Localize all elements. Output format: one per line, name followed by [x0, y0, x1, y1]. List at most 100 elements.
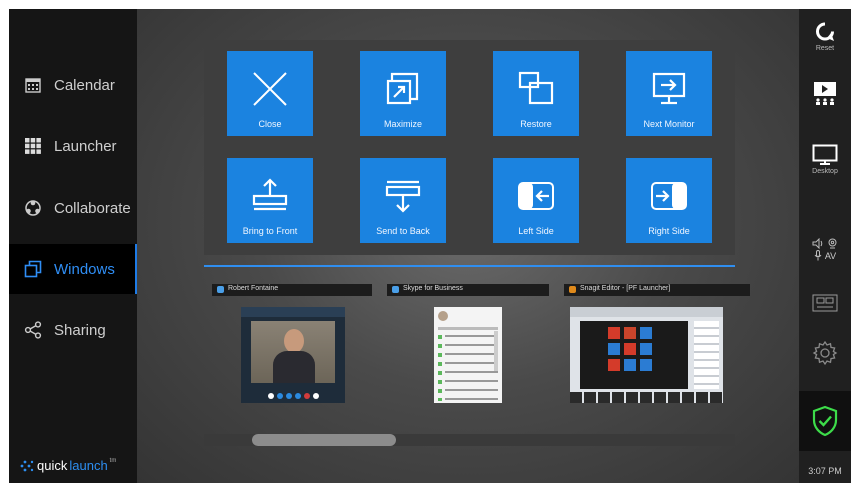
presentation-button[interactable] [799, 81, 851, 107]
window-titlebar-robert-fontaine[interactable]: Robert Fontaine [212, 284, 372, 296]
brand-text-quick: quick [37, 458, 68, 473]
filmstrip [570, 392, 723, 403]
section-divider [204, 265, 735, 267]
sidebar-item-sharing[interactable]: Sharing [9, 305, 137, 355]
next-monitor-icon [652, 72, 686, 105]
app-tile [640, 359, 652, 371]
app-tile [608, 343, 620, 355]
properties-panel [694, 321, 719, 389]
maximize-icon [386, 72, 419, 105]
windows-icon [23, 259, 43, 279]
app-frame: Calendar Launcher Collaborate Windows Sh… [9, 9, 851, 483]
right-side-icon [651, 182, 687, 210]
sidebar-item-collaborate[interactable]: Collaborate [9, 183, 137, 233]
close-button[interactable]: Close [227, 51, 313, 136]
window-thumbnail-skype-for-business[interactable] [434, 307, 502, 403]
call-control-dot [294, 393, 301, 399]
reset-button[interactable]: Reset [799, 21, 851, 52]
window-thumbnail-robert-fontaine[interactable] [241, 307, 345, 403]
right-side-button[interactable]: Right Side [626, 158, 712, 243]
sidebar-item-label: Windows [54, 260, 115, 278]
tile-label: Next Monitor [643, 119, 695, 129]
sidebar: Calendar Launcher Collaborate Windows Sh… [9, 9, 137, 483]
brand-tm: tm [109, 457, 117, 464]
skype-icon [217, 286, 224, 293]
brand-text-launch: launch [69, 458, 108, 473]
desktop-button[interactable]: Desktop [799, 144, 851, 175]
av-row: AV [814, 250, 836, 261]
thumb-header [241, 307, 345, 317]
sidebar-item-windows[interactable]: Windows [9, 244, 137, 294]
av-button[interactable]: AV [799, 238, 851, 261]
call-control-dot [312, 393, 319, 399]
window-actions-panel: Close Maximize Restore Next Monitor Brin… [204, 40, 735, 255]
close-x-icon [253, 72, 287, 106]
brand-logo: quick launch tm [20, 458, 116, 473]
tile-label: Bring to Front [242, 226, 298, 236]
tile-label: Close [258, 119, 282, 129]
video-feed [251, 321, 335, 383]
scrollbar [494, 331, 498, 371]
tile-label: Left Side [518, 226, 554, 236]
app-tile [624, 327, 636, 339]
bring-to-front-button[interactable]: Bring to Front [227, 158, 313, 243]
call-controls [241, 389, 345, 403]
horizontal-scrollbar[interactable] [204, 434, 735, 446]
window-thumbnail-snagit-editor[interactable] [570, 307, 723, 403]
desktop-icon [812, 144, 838, 165]
sidebar-item-label: Sharing [54, 321, 106, 339]
sidebar-item-label: Launcher [54, 137, 117, 155]
layout-icon [812, 294, 838, 312]
window-title: Robert Fontaine [228, 285, 279, 292]
security-status[interactable] [799, 391, 851, 451]
collaborate-icon [23, 198, 43, 218]
contact-list [445, 335, 498, 401]
window-titlebar-snagit-editor[interactable]: Snagit Editor - [PF Launcher] [564, 284, 750, 296]
share-icon [23, 320, 43, 340]
app-tile [640, 327, 652, 339]
sidebar-item-label: Calendar [54, 76, 115, 94]
canvas [580, 321, 688, 389]
app-tile [640, 343, 652, 355]
settings-button[interactable] [799, 340, 851, 366]
tile-label: Right Side [648, 226, 690, 236]
window-title: Snagit Editor - [PF Launcher] [580, 285, 671, 292]
restore-icon [518, 71, 554, 105]
sidebar-item-calendar[interactable]: Calendar [9, 60, 137, 110]
call-control-dot [276, 393, 283, 399]
camera-icon [828, 238, 837, 249]
sidebar-item-launcher[interactable]: Launcher [9, 121, 137, 171]
window-titlebar-skype-for-business[interactable]: Skype for Business [387, 284, 549, 296]
next-monitor-button[interactable]: Next Monitor [626, 51, 712, 136]
left-side-icon [518, 182, 554, 210]
snagit-icon [569, 286, 576, 293]
left-side-button[interactable]: Left Side [493, 158, 579, 243]
grid-icon [23, 136, 43, 156]
tile-label: Maximize [383, 119, 422, 129]
tile-label: Restore [520, 119, 552, 129]
sidebar-item-label: Collaborate [54, 199, 131, 217]
call-control-dot [285, 393, 292, 399]
maximize-button[interactable]: Maximize [360, 51, 446, 136]
layout-button[interactable] [799, 294, 851, 312]
app-tile [624, 343, 636, 355]
window-title: Skype for Business [403, 285, 463, 292]
send-to-back-icon [385, 180, 421, 213]
app-tile [608, 359, 620, 371]
app-tile [608, 327, 620, 339]
clock: 3:07 PM [808, 466, 842, 476]
speaker-icon [812, 238, 823, 249]
av-label: AV [824, 250, 837, 261]
person-head [284, 329, 304, 353]
quicklaunch-logo-icon [20, 460, 34, 471]
scrollbar-thumb[interactable] [252, 434, 396, 446]
presentation-icon [814, 82, 836, 105]
send-to-back-button[interactable]: Send to Back [360, 158, 446, 243]
bring-to-front-icon [252, 178, 288, 211]
restore-button[interactable]: Restore [493, 51, 579, 136]
reset-label: Reset [815, 45, 835, 52]
av-icons [812, 238, 838, 249]
person-body [273, 351, 315, 383]
presence-indicators [438, 335, 442, 401]
avatar [438, 311, 448, 321]
